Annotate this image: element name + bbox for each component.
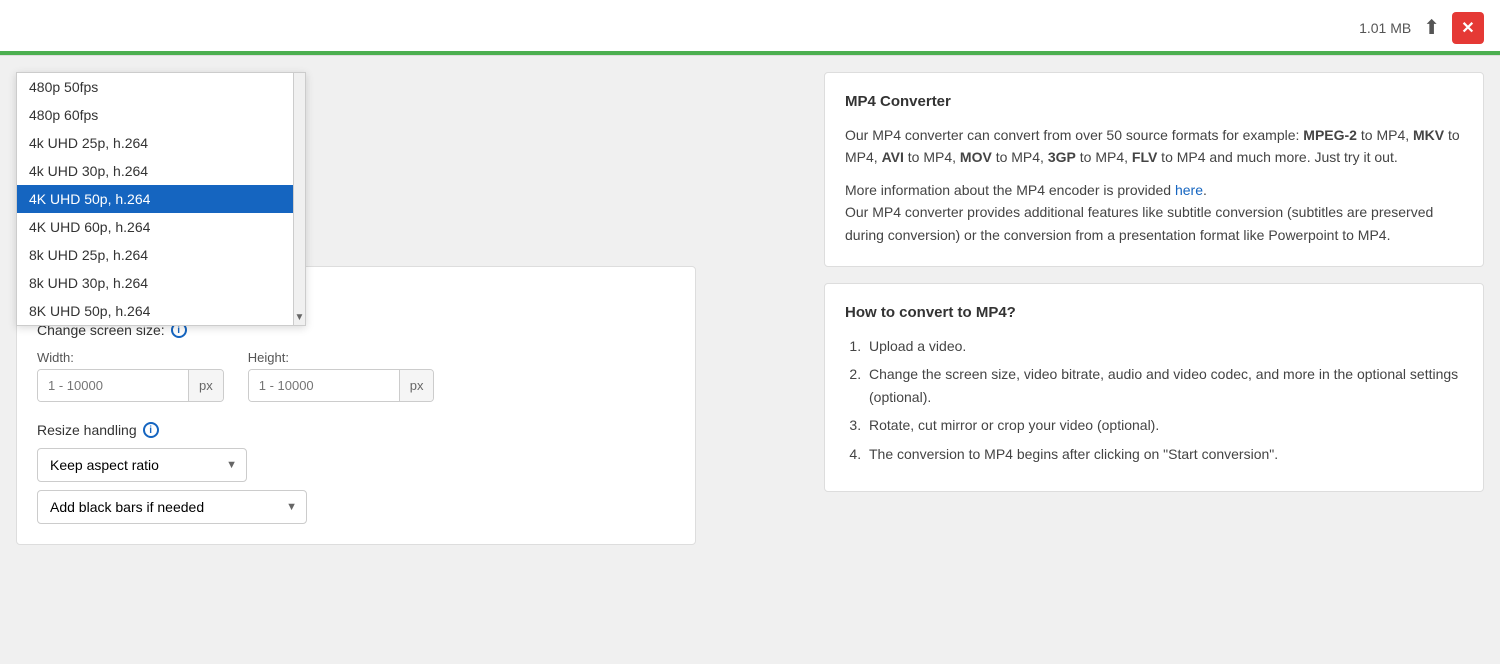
dropdown-item-5[interactable]: 4K UHD 60p, h.264 [17,213,305,241]
keep-aspect-ratio-select[interactable]: Keep aspect ratio [37,448,247,482]
how-to-title: How to convert to MP4? [845,304,1463,321]
mp4-converter-info-box: MP4 Converter Our MP4 converter can conv… [824,72,1484,267]
width-group: Width: px [37,350,224,402]
top-bar: 1.01 MB ⬆ ✕ [0,0,1500,56]
width-px-label: px [188,370,223,401]
mp4-para1-bold3: AVI [882,149,904,165]
mp4-para2-pre: More information about the MP4 encoder i… [845,182,1175,198]
mp4-para1-bold5: 3GP [1048,149,1076,165]
black-bars-wrap: Add black bars if needed [37,490,307,524]
mp4-para1-bold1: MPEG-2 [1303,127,1357,143]
mp4-para1-bold2: MKV [1413,127,1444,143]
progress-bar-fill [0,51,1500,55]
dropdown-item-8[interactable]: 8K UHD 50p, h.264 [17,297,305,325]
mp4-para1-pre: Our MP4 converter can convert from over … [845,127,1303,143]
how-to-step-2: Change the screen size, video bitrate, a… [865,363,1463,408]
height-input-wrap: px [248,369,435,402]
mp4-converter-title: MP4 Converter [845,93,1463,110]
how-to-box: How to convert to MP4? Upload a video. C… [824,283,1484,492]
dropdown-item-0[interactable]: 480p 50fps [17,73,305,101]
scroll-down-arrow[interactable]: ▼ [295,312,305,323]
dropdown-container: 480p 50fps 480p 60fps 4k UHD 25p, h.264 … [16,72,316,250]
height-label: Height: [248,350,435,365]
right-panel: MP4 Converter Our MP4 converter can conv… [824,72,1484,648]
width-label: Width: [37,350,224,365]
black-bars-select[interactable]: Add black bars if needed [37,490,307,524]
height-px-label: px [399,370,434,401]
mp4-para1-end: to MP4 and much more. Just try it out. [1157,149,1397,165]
file-size-label: 1.01 MB [1359,20,1411,36]
how-to-step-1: Upload a video. [865,335,1463,357]
left-panel: 480p 50fps 480p 60fps 4k UHD 25p, h.264 … [16,72,808,648]
height-group: Height: px [248,350,435,402]
dropdown-item-4[interactable]: 4K UHD 50p, h.264 [17,185,305,213]
dropdown-item-7[interactable]: 8k UHD 30p, h.264 [17,269,305,297]
close-button[interactable]: ✕ [1452,12,1484,44]
dropdown-item-6[interactable]: 8k UHD 25p, h.264 [17,241,305,269]
mp4-converter-para1: Our MP4 converter can convert from over … [845,124,1463,169]
dropdown-item-2[interactable]: 4k UHD 25p, h.264 [17,129,305,157]
dropdown-item-1[interactable]: 480p 60fps [17,101,305,129]
mp4-para2-post: . [1203,182,1207,198]
mp4-para1-mid4: to MP4, [992,149,1048,165]
keep-aspect-ratio-wrap: Keep aspect ratio [37,448,247,482]
how-to-step-3: Rotate, cut mirror or crop your video (o… [865,414,1463,436]
page-wrapper: 1.01 MB ⬆ ✕ 480p 50fps 480p 60fps 4k UHD… [0,0,1500,664]
mp4-para2-link[interactable]: here [1175,182,1203,198]
mp4-para1-mid3: to MP4, [904,149,960,165]
how-to-list: Upload a video. Change the screen size, … [845,335,1463,465]
dimensions-row: Width: px Height: px [37,350,675,402]
mp4-para2-line2: Our MP4 converter provides additional fe… [845,204,1433,242]
width-input-wrap: px [37,369,224,402]
quality-dropdown-list[interactable]: 480p 50fps 480p 60fps 4k UHD 25p, h.264 … [16,72,306,326]
resize-section: Resize handling i Keep aspect ratio Add … [37,422,675,524]
mp4-para1-bold4: MOV [960,149,992,165]
main-content: 480p 50fps 480p 60fps 4k UHD 25p, h.264 … [0,56,1500,664]
how-to-step-4: The conversion to MP4 begins after click… [865,443,1463,465]
mp4-para1-mid5: to MP4, [1076,149,1132,165]
resize-label: Resize handling [37,422,137,438]
mp4-para1-bold6: FLV [1132,149,1157,165]
resize-info-icon[interactable]: i [143,422,159,438]
height-input[interactable] [249,370,399,401]
resize-label-row: Resize handling i [37,422,675,438]
mp4-para1-mid1: to MP4, [1357,127,1413,143]
progress-bar-container [0,51,1500,55]
width-input[interactable] [38,370,188,401]
dropdown-item-3[interactable]: 4k UHD 30p, h.264 [17,157,305,185]
upload-button[interactable]: ⬆ [1423,15,1440,40]
dropdown-scrollbar[interactable]: ▼ [293,73,305,325]
mp4-converter-para2: More information about the MP4 encoder i… [845,179,1463,246]
